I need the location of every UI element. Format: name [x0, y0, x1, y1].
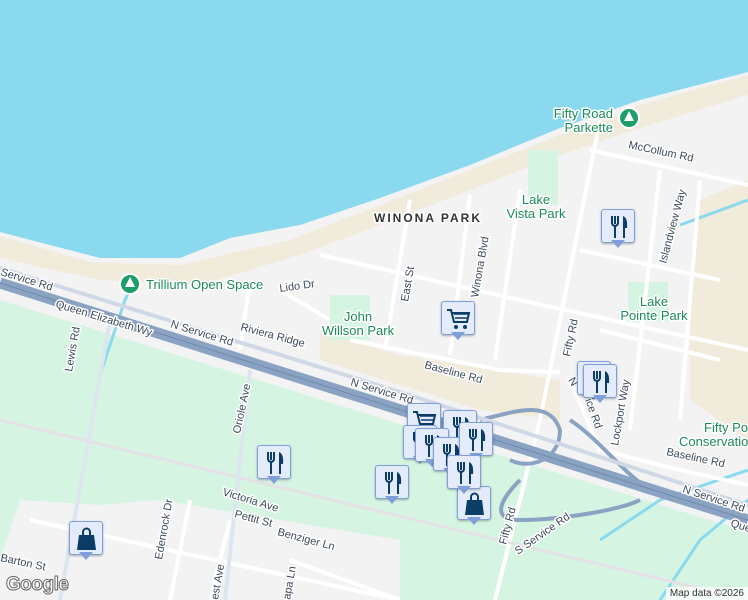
map-canvas[interactable]: Service Rd Queen Elizabeth Wy N Service …	[0, 0, 748, 600]
marker-pointer	[267, 476, 281, 484]
poi-marker-restaurant[interactable]	[601, 209, 635, 253]
google-logo: Google	[5, 574, 69, 596]
poi-marker-restaurant[interactable]	[447, 455, 481, 499]
marker-pointer	[593, 395, 607, 403]
map-attribution[interactable]: Map data ©2026	[665, 587, 748, 600]
neighborhood-label: WINONA PARK	[374, 211, 482, 225]
poi-marker-restaurant[interactable]	[583, 364, 617, 408]
marker-pointer	[451, 332, 465, 340]
marker-box	[601, 209, 635, 243]
marker-pointer	[457, 486, 471, 494]
poi-marker-shopping[interactable]	[69, 521, 103, 565]
marker-box	[375, 465, 409, 499]
marker-box	[583, 364, 617, 398]
fork-knife-icon	[611, 216, 628, 238]
park-label-trillium: Trillium Open Space	[146, 277, 263, 292]
park-pin-trillium[interactable]	[119, 273, 141, 295]
marker-pointer	[467, 517, 481, 525]
marker-box	[459, 422, 493, 456]
marker-pointer	[79, 552, 93, 560]
fork-knife-icon	[593, 371, 610, 393]
fork-knife-icon	[469, 429, 486, 451]
fork-knife-icon	[457, 462, 474, 484]
poi-marker-restaurant[interactable]	[257, 445, 291, 489]
park-pin-fifty-road[interactable]	[618, 107, 640, 129]
marker-box	[69, 521, 103, 555]
shopping-bag-icon	[77, 527, 96, 550]
marker-pointer	[611, 240, 625, 248]
marker-box	[447, 455, 481, 489]
poi-marker-restaurant[interactable]	[375, 465, 409, 509]
marker-box	[257, 445, 291, 479]
poi-marker-grocery[interactable]	[441, 301, 475, 345]
marker-box	[441, 301, 475, 335]
marker-pointer	[385, 496, 399, 504]
fork-knife-icon	[267, 452, 284, 474]
fork-knife-icon	[385, 472, 402, 494]
shopping-cart-icon	[447, 309, 471, 329]
